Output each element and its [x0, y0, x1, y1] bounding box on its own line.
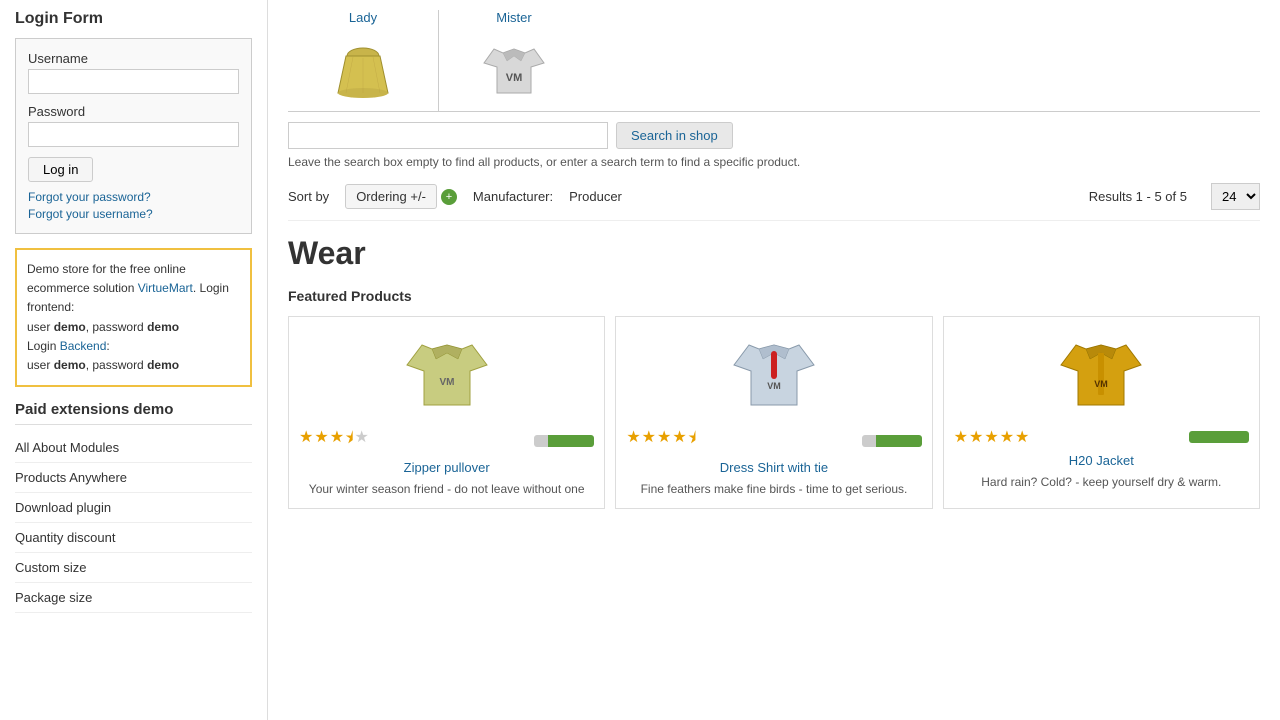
- stock-bar: [1189, 431, 1249, 443]
- star-full: ★: [330, 427, 344, 454]
- category-mister[interactable]: Mister VM: [439, 10, 589, 111]
- manufacturer-label: Manufacturer:: [473, 189, 553, 204]
- username-label: Username: [28, 51, 239, 66]
- ordering-group: Ordering +/- +: [345, 184, 457, 209]
- product-description: Hard rain? Cold? - keep yourself dry & w…: [981, 474, 1221, 491]
- star-group: ★★★⯨★: [299, 427, 369, 454]
- product-image: VM: [1056, 327, 1146, 417]
- product-description: Fine feathers make fine birds - time to …: [641, 481, 908, 498]
- demo-pw-label: password: [92, 320, 147, 334]
- stock-empty: [534, 435, 548, 447]
- star-full: ★: [954, 427, 968, 447]
- sidebar-nav-item[interactable]: All About Modules: [15, 433, 252, 463]
- product-card: VM ★★★★⯨ Dress Shirt with tie Fine feath…: [615, 316, 932, 509]
- stock-fill: [1189, 431, 1249, 443]
- star-half: ⯨: [345, 427, 353, 454]
- forgot-username-link[interactable]: Forgot your username?: [28, 207, 239, 221]
- star-full: ★: [642, 427, 656, 454]
- star-full: ★: [314, 427, 328, 454]
- login-button[interactable]: Log in: [28, 157, 93, 182]
- product-description: Your winter season friend - do not leave…: [309, 481, 585, 498]
- star-group: ★★★★★: [954, 427, 1030, 447]
- backend-link[interactable]: Backend: [60, 339, 107, 353]
- stock-fill: [548, 435, 594, 447]
- featured-title: Featured Products: [288, 288, 1260, 304]
- svg-text:VM: VM: [767, 381, 781, 391]
- virtuemart-link[interactable]: VirtueMart: [138, 281, 193, 295]
- star-full: ★: [672, 427, 686, 454]
- sidebar-nav-item[interactable]: Quantity discount: [15, 523, 252, 553]
- mister-icon: VM: [479, 31, 549, 101]
- demo-info-box: Demo store for the free online ecommerce…: [15, 248, 252, 387]
- per-page-select[interactable]: 2481632: [1211, 183, 1260, 210]
- sidebar-nav-item[interactable]: Products Anywhere: [15, 463, 252, 493]
- search-bar: Search in shop: [288, 122, 1260, 149]
- login-links: Forgot your password? Forgot your userna…: [28, 190, 239, 221]
- product-image: VM: [729, 327, 819, 417]
- category-row: Lady Mister VM: [288, 10, 1260, 112]
- password-label: Password: [28, 104, 239, 119]
- search-button[interactable]: Search in shop: [616, 122, 733, 149]
- sidebar: Login Form Username Password Log in Forg…: [0, 0, 268, 720]
- demo-backend-pw: demo: [147, 358, 179, 372]
- paid-ext-title: Paid extensions demo: [15, 401, 252, 425]
- demo-backend-pw-label: password: [92, 358, 147, 372]
- star-full: ★: [299, 427, 313, 454]
- stock-bar: [534, 435, 594, 447]
- demo-backend-colon: :: [106, 339, 109, 353]
- add-ordering-button[interactable]: +: [441, 189, 457, 205]
- product-name-link[interactable]: Zipper pullover: [404, 460, 490, 475]
- product-rating-row: ★★★★⯨: [626, 427, 921, 454]
- sidebar-nav-item[interactable]: Package size: [15, 583, 252, 613]
- star-half: ⯨: [688, 427, 696, 454]
- results-count: Results 1 - 5 of 5: [1089, 189, 1187, 204]
- star-empty: ★: [355, 427, 369, 454]
- product-image: VM: [402, 327, 492, 417]
- star-full: ★: [969, 427, 983, 447]
- star-full: ★: [984, 427, 998, 447]
- category-lady[interactable]: Lady: [288, 10, 439, 111]
- main-content: Lady Mister VM Searc: [268, 0, 1280, 720]
- stock-empty: [862, 435, 876, 447]
- product-card: VM ★★★★★ H20 Jacket Hard rain? Cold? - k…: [943, 316, 1260, 509]
- demo-user: demo: [54, 320, 86, 334]
- lady-icon: [328, 31, 398, 101]
- sidebar-nav-item[interactable]: Custom size: [15, 553, 252, 583]
- username-input[interactable]: [28, 69, 239, 94]
- page-title: Wear: [288, 235, 1260, 272]
- stock-bar: [862, 435, 922, 447]
- star-full: ★: [1015, 427, 1029, 447]
- password-input[interactable]: [28, 122, 239, 147]
- sidebar-nav: All About ModulesProducts AnywhereDownlo…: [15, 433, 252, 613]
- login-form-title: Login Form: [15, 10, 252, 28]
- star-full: ★: [1000, 427, 1014, 447]
- demo-backend-user: demo: [54, 358, 86, 372]
- demo-backend-prefix: Login: [27, 339, 60, 353]
- svg-text:VM: VM: [506, 72, 523, 84]
- stock-fill: [876, 435, 922, 447]
- search-input[interactable]: [288, 122, 608, 149]
- sort-by-label: Sort by: [288, 189, 329, 204]
- svg-text:VM: VM: [439, 377, 454, 388]
- product-card: VM ★★★⯨★ Zipper pullover Your winter sea…: [288, 316, 605, 509]
- login-box: Username Password Log in Forgot your pas…: [15, 38, 252, 234]
- product-name-link[interactable]: Dress Shirt with tie: [720, 460, 828, 475]
- product-name-link[interactable]: H20 Jacket: [1069, 453, 1134, 468]
- ordering-button[interactable]: Ordering +/-: [345, 184, 437, 209]
- star-full: ★: [626, 427, 640, 454]
- demo-pw-val: demo: [147, 320, 179, 334]
- mister-link[interactable]: Mister: [496, 10, 531, 25]
- search-hint: Leave the search box empty to find all p…: [288, 155, 1260, 169]
- lady-link[interactable]: Lady: [349, 10, 377, 25]
- product-rating-row: ★★★★★: [954, 427, 1249, 447]
- svg-text:VM: VM: [1095, 379, 1109, 389]
- star-group: ★★★★⯨: [626, 427, 696, 454]
- controls-bar: Sort by Ordering +/- + Manufacturer: Pro…: [288, 183, 1260, 221]
- sidebar-nav-item[interactable]: Download plugin: [15, 493, 252, 523]
- manufacturer-value: Producer: [569, 189, 622, 204]
- forgot-password-link[interactable]: Forgot your password?: [28, 190, 239, 204]
- star-full: ★: [657, 427, 671, 454]
- product-rating-row: ★★★⯨★: [299, 427, 594, 454]
- products-grid: VM ★★★⯨★ Zipper pullover Your winter sea…: [288, 316, 1260, 509]
